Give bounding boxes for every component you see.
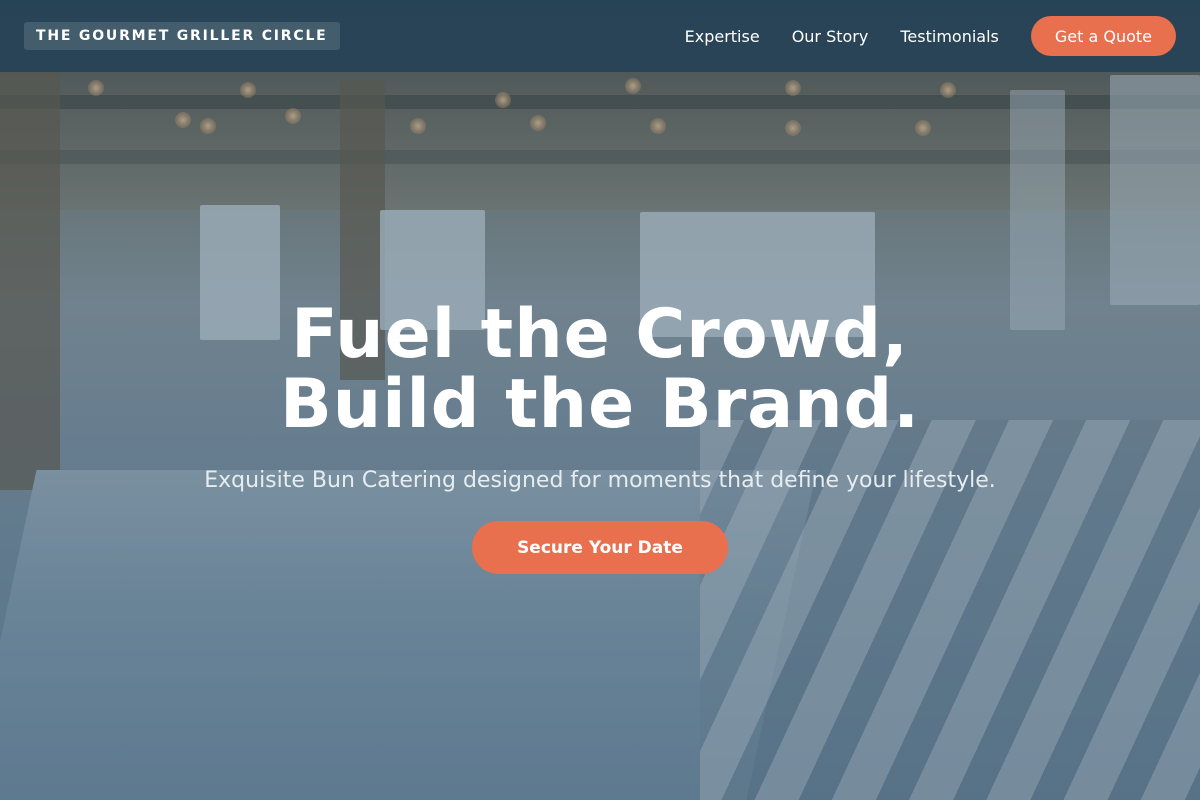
hero-title: Fuel the Crowd, Build the Brand. (0, 300, 1200, 440)
brand-logo[interactable]: THE GOURMET GRILLER CIRCLE (24, 22, 340, 50)
hero-title-line1: Fuel the Crowd, (291, 295, 909, 374)
hero-title-line2: Build the Brand. (279, 365, 921, 444)
secure-date-button[interactable]: Secure Your Date (472, 521, 728, 574)
hero-subtitle: Exquisite Bun Catering designed for mome… (204, 468, 996, 493)
top-navbar: THE GOURMET GRILLER CIRCLE Expertise Our… (0, 0, 1200, 72)
nav-links: Expertise Our Story Testimonials Get a Q… (653, 16, 1176, 56)
nav-link-testimonials[interactable]: Testimonials (900, 27, 999, 46)
hero-section: Fuel the Crowd, Build the Brand. Exquisi… (0, 300, 1200, 574)
get-quote-button[interactable]: Get a Quote (1030, 16, 1176, 56)
nav-link-expertise[interactable]: Expertise (685, 27, 760, 46)
nav-link-our-story[interactable]: Our Story (792, 27, 869, 46)
